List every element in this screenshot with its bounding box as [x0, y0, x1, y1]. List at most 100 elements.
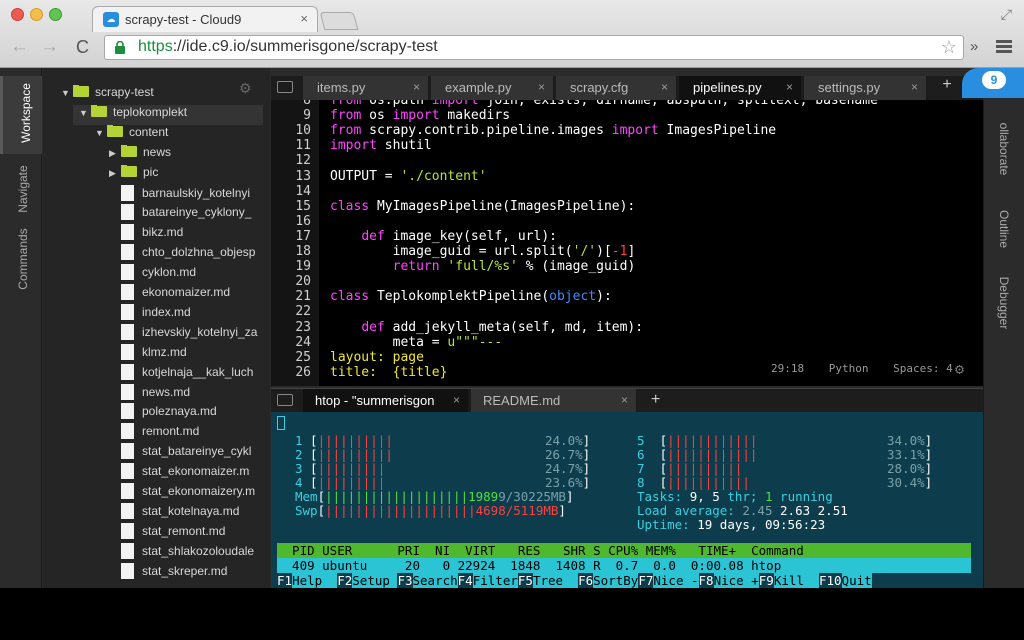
function-key-label[interactable]: Tree — [532, 573, 579, 588]
code-editor[interactable]: 8 9 10 11 12 13 14 15 16 17 18 19 20 21 22 23 24 25 26 29:… — [271, 100, 983, 386]
tree-file[interactable]: stat_kotelnaya.md — [109, 502, 270, 523]
fullscreen-icon[interactable]: ⤢ — [1001, 6, 1012, 23]
url-text[interactable]: https://ide.c9.io/summerisgone/scrapy-te… — [138, 38, 438, 56]
hamburger-menu-icon[interactable] — [996, 40, 1012, 54]
tree-file[interactable]: batareinye_cyklony_ — [109, 204, 270, 224]
tabs-menu-icon[interactable] — [277, 81, 293, 93]
caret-right-icon[interactable]: ▶ — [109, 168, 121, 179]
tree-file[interactable]: remont.md — [109, 423, 270, 443]
caret-down-icon[interactable]: ▼ — [61, 88, 73, 98]
tree-file[interactable]: chto_dolzhna_objesp — [109, 244, 270, 264]
rail-tab-navigate[interactable]: Navigate — [0, 160, 42, 220]
tree-folder[interactable]: ▶ pic — [109, 164, 270, 185]
browser-tab[interactable]: ☁ scrapy-test - Cloud9 × — [92, 6, 318, 32]
terminal-tab-close-icon[interactable]: × — [453, 393, 460, 407]
tasks-line-part: 1 — [764, 489, 773, 504]
function-key[interactable]: F9 — [759, 573, 774, 588]
function-key[interactable]: F6 — [578, 573, 593, 588]
extensions-chevron-icon[interactable]: » — [970, 38, 978, 55]
indent-setting[interactable]: Spaces: 4 — [893, 362, 953, 375]
function-key[interactable]: F2 — [337, 573, 352, 588]
function-key-label[interactable]: Quit — [841, 573, 872, 588]
tree-folder[interactable]: ▶ news — [109, 144, 270, 165]
tree-folder[interactable]: ▼ scrapy-test — [61, 85, 270, 105]
tree-folder[interactable]: ▼ content — [95, 124, 270, 145]
rail-tab-commands[interactable]: Commands — [0, 226, 42, 296]
tree-file[interactable]: izhevskiy_kotelnyi_za — [109, 323, 270, 344]
line-number-gutter: 8 9 10 11 12 13 14 15 16 17 18 19 20 21 22 23 24 25 26 — [271, 100, 319, 386]
terminal-htop[interactable]: 1 [|||||||||| 24.0%] 2 [|||||||||| 26.7%] 3 … — [271, 412, 983, 588]
editor-tab-close-icon[interactable]: × — [538, 80, 545, 94]
function-key[interactable]: F7 — [638, 573, 653, 588]
editor-tab-close-icon[interactable]: × — [911, 80, 918, 94]
tree-file[interactable]: cyklon.md — [109, 264, 270, 284]
tree-file[interactable]: index.md — [109, 303, 270, 324]
language-mode[interactable]: Python — [829, 362, 869, 375]
function-key-label[interactable]: Search — [412, 573, 458, 588]
function-key[interactable]: F10 — [819, 573, 842, 588]
zoom-window-button[interactable] — [49, 8, 62, 21]
address-bar[interactable]: https://ide.c9.io/summerisgone/scrapy-te… — [104, 35, 964, 60]
rail-tab-workspace[interactable]: Workspace — [0, 76, 42, 154]
editor-tab[interactable]: settings.py × — [804, 76, 927, 100]
function-key[interactable]: F3 — [397, 573, 412, 588]
process-row[interactable]: 409 ubuntu 20 0 22924 1848 1408 R 0.7 0.… — [277, 558, 971, 573]
editor-tab-close-icon[interactable]: × — [413, 80, 420, 94]
editor-tab[interactable]: items.py × — [303, 76, 429, 100]
function-key-label[interactable]: Nice + — [713, 573, 759, 588]
editor-tab[interactable]: scrapy.cfg × — [556, 76, 677, 100]
terminal-tab-close-icon[interactable]: × — [621, 393, 628, 407]
terminal-tab[interactable]: htop - "summerisgon × — [303, 389, 469, 413]
reload-button[interactable]: C — [76, 37, 89, 58]
function-key[interactable]: F5 — [518, 573, 533, 588]
rail-tab-debugger[interactable]: Debugger — [984, 270, 1024, 340]
function-key-label[interactable]: Kill — [773, 573, 819, 588]
tree-file[interactable]: klmz.md — [109, 343, 270, 364]
tree-file[interactable]: stat_skreper.md — [109, 562, 270, 583]
minimize-window-button[interactable] — [30, 8, 43, 21]
tree-file[interactable]: stat_batareinye_cykl — [109, 443, 270, 463]
caret-right-icon[interactable]: ▶ — [109, 148, 121, 159]
function-key[interactable]: F4 — [458, 573, 473, 588]
rail-tab-collaborate[interactable]: ollaborate — [984, 120, 1024, 190]
tree-file[interactable]: barnaulskiy_kotelnyi — [109, 184, 270, 205]
back-button[interactable]: ← — [10, 36, 29, 58]
cpu-percent-part: ] — [924, 461, 933, 476]
tree-file[interactable]: kotjelnaja__kak_luch — [109, 363, 270, 384]
new-tab-button[interactable] — [319, 12, 359, 30]
tree-folder[interactable]: ▼ teplokomplekt — [73, 104, 263, 125]
function-key-label[interactable]: Setup — [352, 573, 398, 588]
tree-item-label: batareinye_cyklony_ — [142, 205, 252, 220]
tree-file[interactable]: bikz.md — [109, 224, 270, 244]
forward-button[interactable]: → — [40, 36, 59, 58]
editor-tab-close-icon[interactable]: × — [661, 80, 668, 94]
bookmark-star-icon[interactable]: ☆ — [941, 37, 957, 58]
add-terminal-tab-button[interactable]: + — [651, 391, 660, 409]
tree-file[interactable]: stat_remont.md — [109, 522, 270, 543]
function-key[interactable]: F1 — [277, 573, 292, 588]
caret-down-icon[interactable]: ▼ — [79, 108, 91, 118]
tree-file[interactable]: stat_ekonomaizer.m — [109, 463, 270, 483]
function-key-label[interactable]: Filter — [472, 573, 518, 588]
tree-file[interactable]: stat_ekonomaizery.m — [109, 483, 270, 503]
tree-file[interactable]: poleznaya.md — [109, 403, 270, 423]
tree-file[interactable]: ekonomaizer.md — [109, 284, 270, 304]
add-editor-tab-button[interactable]: + — [936, 76, 958, 100]
function-key-label[interactable]: Nice - — [653, 573, 699, 588]
browser-tab-close-icon[interactable]: × — [300, 11, 308, 26]
tree-file[interactable]: stat_shlakozoloudale — [109, 542, 270, 563]
terminal-tab[interactable]: README.md × — [471, 389, 637, 413]
terminal-tabs-menu-icon[interactable] — [277, 394, 293, 406]
caret-down-icon[interactable]: ▼ — [95, 128, 107, 138]
code-token: class — [330, 289, 370, 305]
editor-tab[interactable]: example.py × — [431, 76, 554, 100]
function-key-label[interactable]: SortBy — [593, 573, 639, 588]
tree-file[interactable]: news.md — [109, 383, 270, 404]
editor-tab-close-icon[interactable]: × — [786, 80, 793, 94]
rail-tab-outline[interactable]: Outline — [984, 200, 1024, 260]
function-key[interactable]: F8 — [699, 573, 714, 588]
editor-tab[interactable]: pipelines.py × — [679, 76, 802, 100]
editor-settings-gear-icon[interactable]: ⚙ — [955, 360, 964, 378]
function-key-label[interactable]: Help — [292, 573, 338, 588]
close-window-button[interactable] — [11, 8, 24, 21]
